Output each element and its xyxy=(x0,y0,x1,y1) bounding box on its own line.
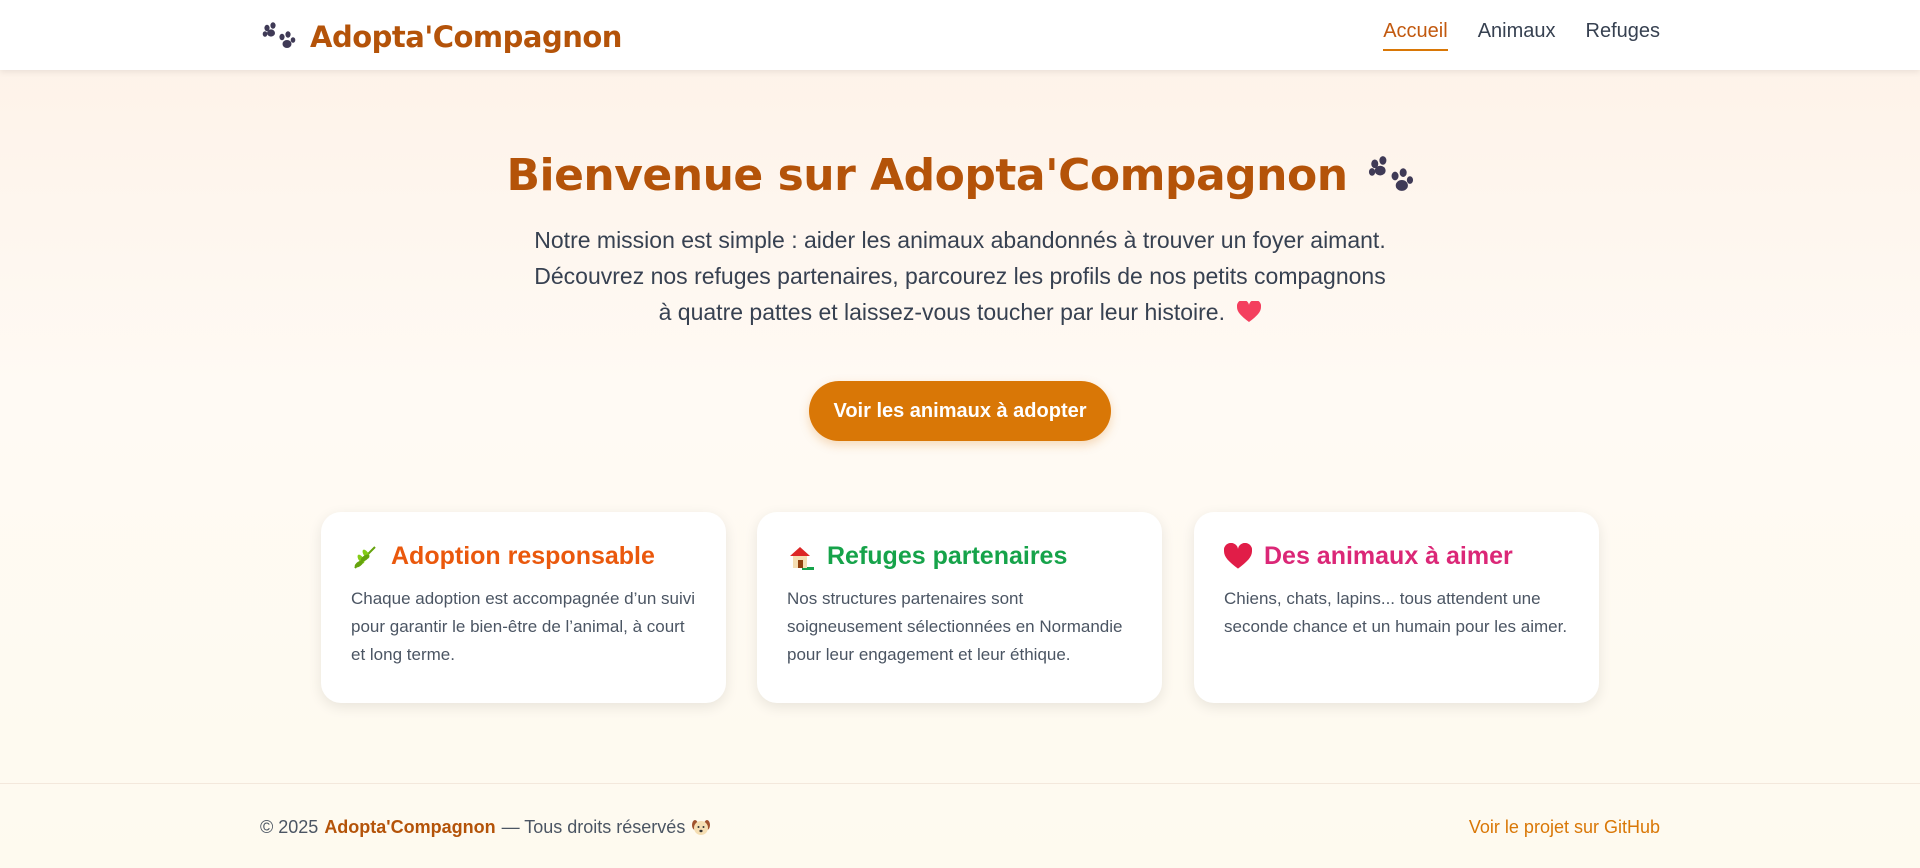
paw-prints-icon xyxy=(1368,155,1413,191)
brand-name: Adopta'Compagnon xyxy=(310,20,622,54)
nav-link-animaux[interactable]: Animaux xyxy=(1478,20,1556,51)
herb-icon xyxy=(354,545,376,569)
github-link[interactable]: Voir le projet sur GitHub xyxy=(1469,817,1660,838)
brand-logo[interactable]: Adopta'Compagnon xyxy=(262,18,622,56)
dog-face-icon xyxy=(692,819,711,835)
feature-card-adoption: Adoption responsable Chaque adoption est… xyxy=(321,512,726,703)
copyright-suffix: — Tous droits réservés xyxy=(501,817,686,837)
paw-prints-icon xyxy=(262,22,296,48)
site-header: Adopta'Compagnon Accueil Animaux Refuges xyxy=(0,0,1920,70)
feature-body: Nos structures partenaires sont soigneus… xyxy=(787,589,1123,664)
heart-icon xyxy=(1237,299,1262,322)
feature-title: Des animaux à aimer xyxy=(1264,542,1513,570)
heart-icon xyxy=(1224,542,1252,569)
copyright-prefix: © 2025 xyxy=(260,817,319,837)
footer-brand: Adopta'Compagnon xyxy=(324,817,496,837)
feature-card-animaux: Des animaux à aimer Chiens, chats, lapin… xyxy=(1194,512,1599,703)
see-animals-button[interactable]: Voir les animaux à adopter xyxy=(809,381,1111,441)
feature-title: Adoption responsable xyxy=(391,542,655,570)
main-nav: Accueil Animaux Refuges xyxy=(1383,20,1660,51)
nav-link-refuges[interactable]: Refuges xyxy=(1586,20,1661,51)
hero-title-text: Bienvenue sur Adopta'Compagnon xyxy=(506,150,1348,201)
feature-body: Chaque adoption est accompagnée d’un sui… xyxy=(351,589,696,664)
hero-mission-text: Notre mission est simple : aider les ani… xyxy=(530,222,1390,330)
hero-title: Bienvenue sur Adopta'Compagnon xyxy=(0,150,1920,201)
feature-card-refuges: Refuges partenaires Nos structures parte… xyxy=(757,512,1162,703)
feature-title: Refuges partenaires xyxy=(827,542,1068,570)
footer-copyright: © 2025 Adopta'Compagnon — Tous droits ré… xyxy=(260,817,711,838)
nav-link-accueil[interactable]: Accueil xyxy=(1383,20,1448,51)
footer-divider xyxy=(0,783,1920,784)
feature-body: Chiens, chats, lapins... tous attendent … xyxy=(1224,589,1568,636)
house-icon xyxy=(790,546,814,570)
